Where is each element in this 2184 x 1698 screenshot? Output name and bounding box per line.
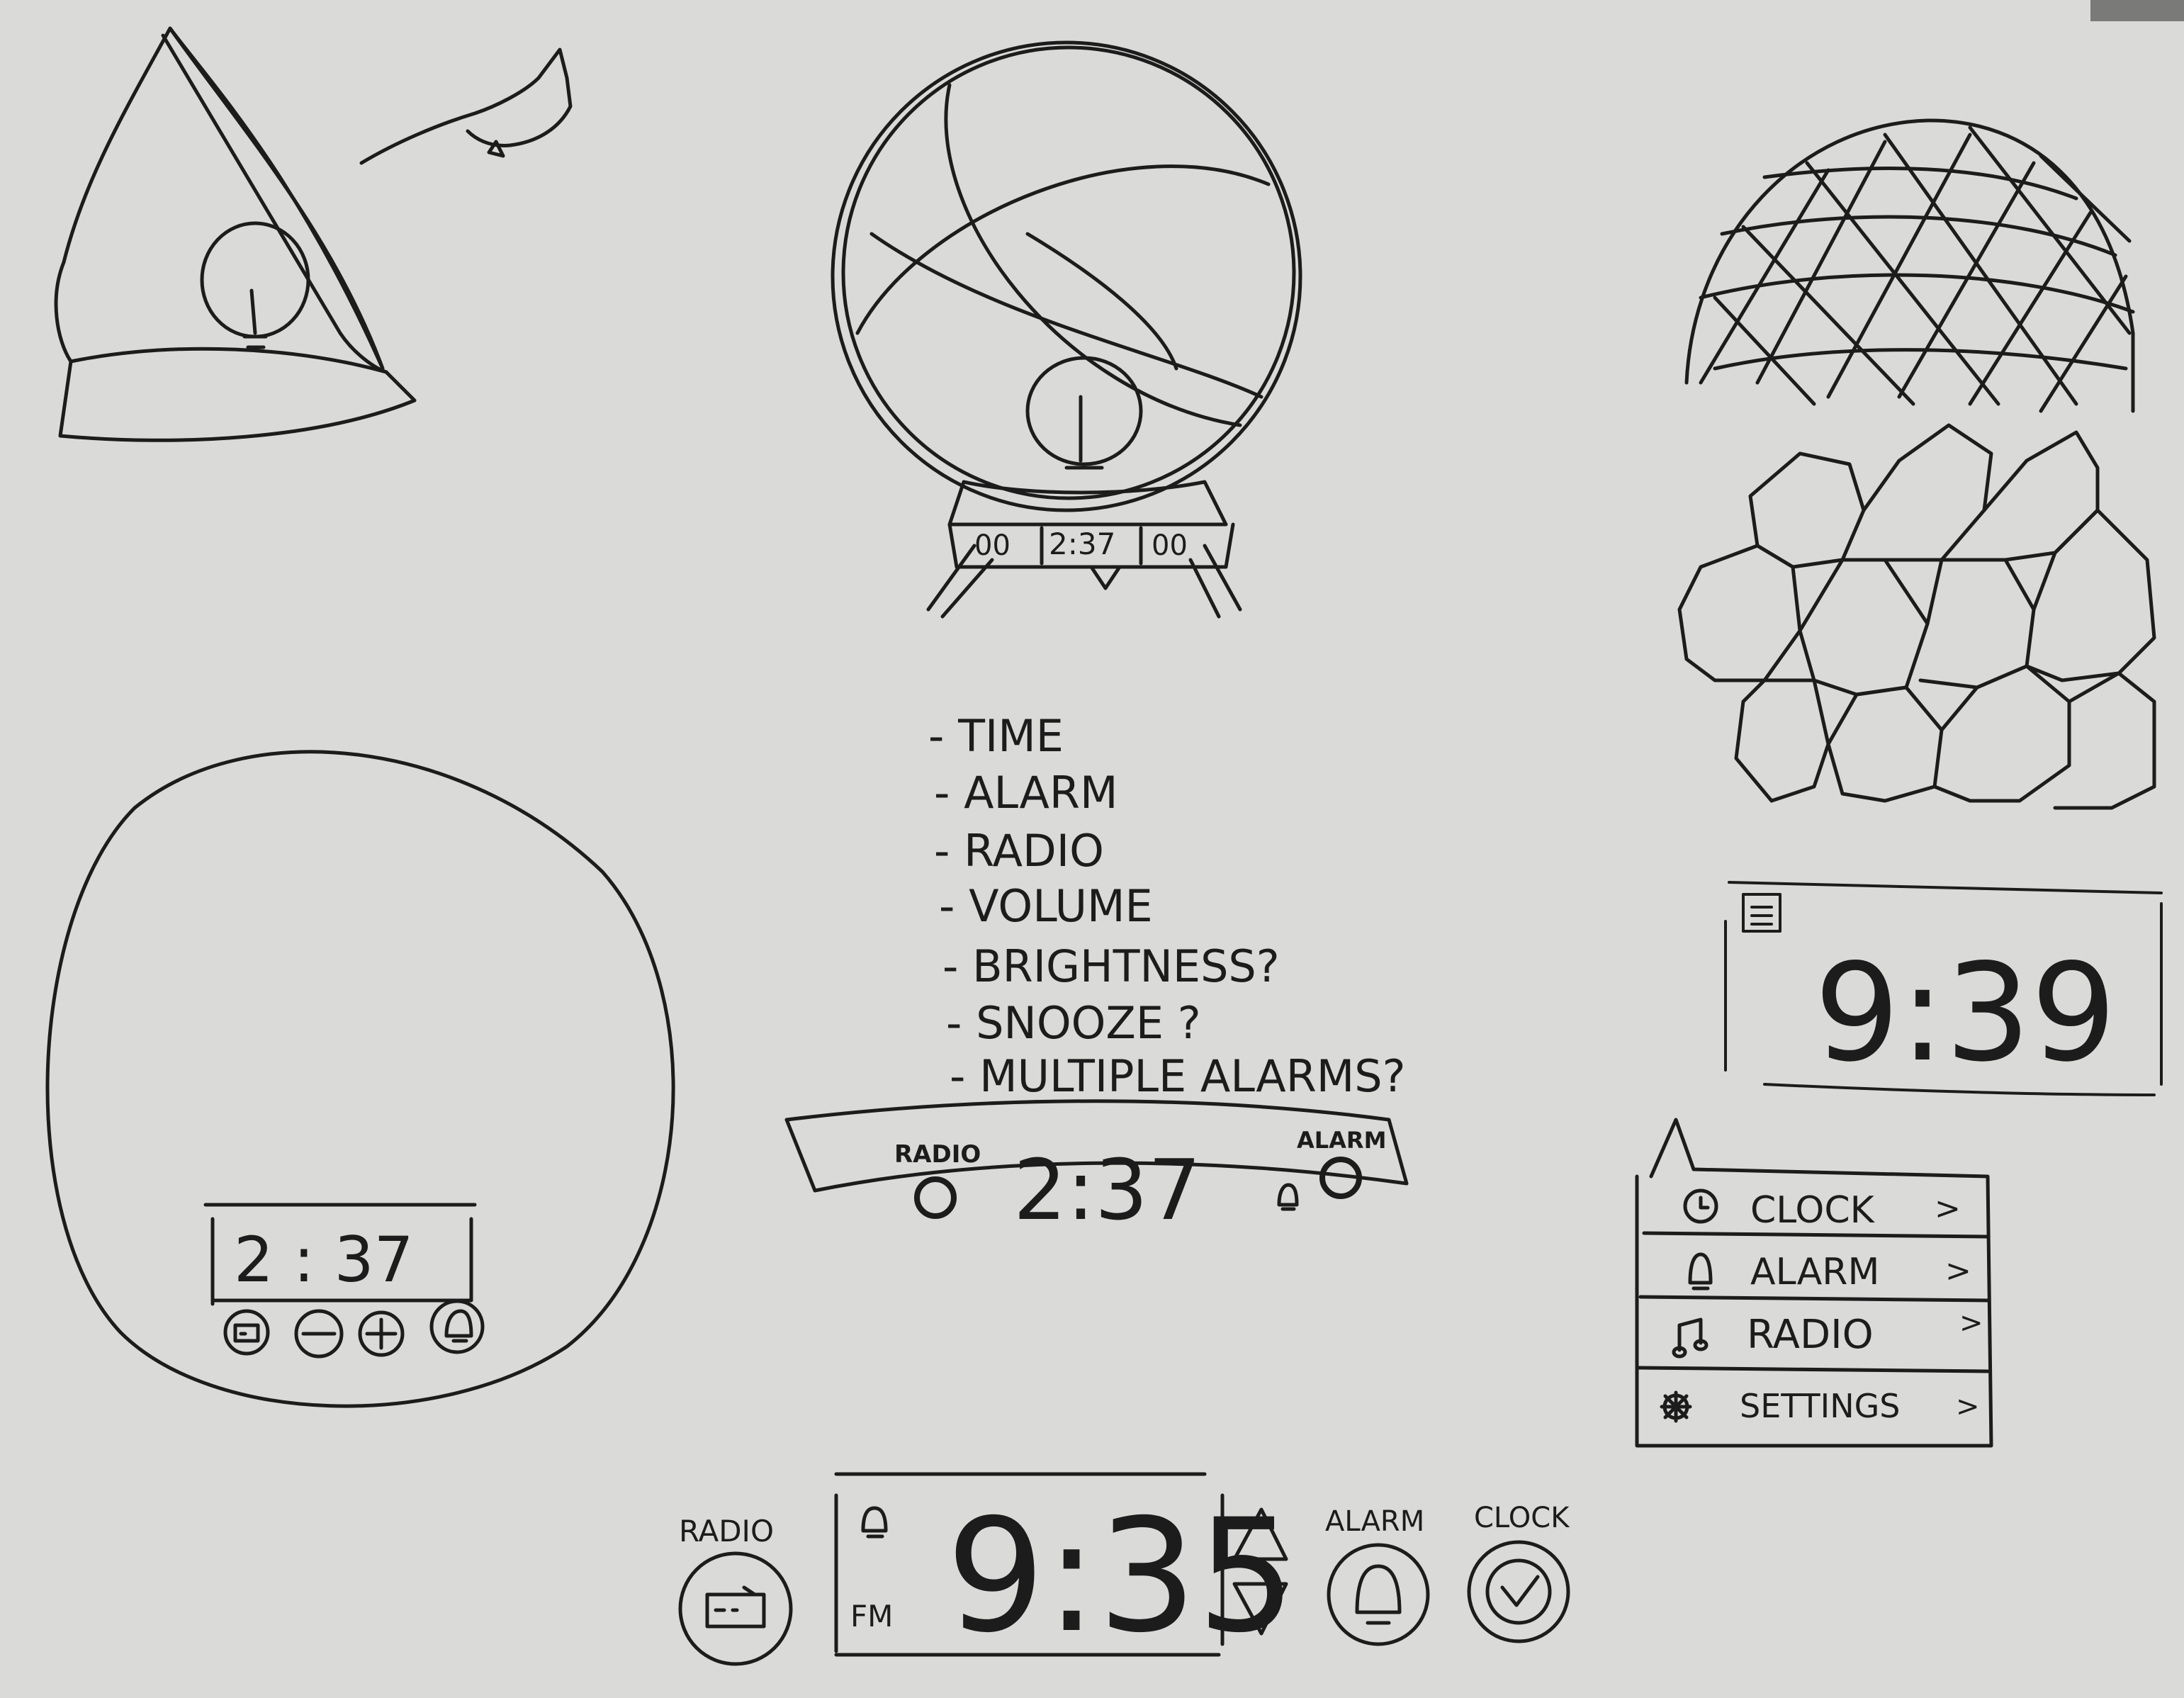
menu-item-settings-chevron: > xyxy=(1956,1390,1980,1423)
feature-brightness: - BRIGHTNESS? xyxy=(942,940,1280,992)
menu-item-alarm-chevron: > xyxy=(1945,1253,1971,1289)
band-time: 2:37 xyxy=(1013,1141,1201,1239)
feature-volume: - VOLUME xyxy=(939,880,1153,932)
menu-item-radio-chevron: > xyxy=(1959,1307,1983,1339)
bottom-time: 9:35 xyxy=(946,1485,1296,1667)
menu-item-clock-chevron: > xyxy=(1935,1191,1961,1227)
band-alarm-label: ALARM xyxy=(1297,1127,1386,1154)
feature-multiple-alarms: - MULTIPLE ALARMS? xyxy=(950,1050,1406,1102)
feature-radio: - RADIO xyxy=(934,825,1104,877)
bottom-radio-label: RADIO xyxy=(679,1514,774,1548)
feature-time: - TIME xyxy=(928,710,1064,762)
menu-item-clock-label: CLOCK xyxy=(1750,1189,1876,1232)
globe-display-time: 2:37 xyxy=(1049,527,1115,561)
menu-item-settings-label: SETTINGS xyxy=(1740,1387,1900,1425)
globe-display-right: 00 xyxy=(1152,529,1188,562)
small-display-time: 9:39 xyxy=(1814,935,2117,1091)
bottom-band-label: FM xyxy=(850,1599,893,1634)
menu-item-alarm-label: ALARM xyxy=(1750,1251,1879,1293)
band-radio-label: RADIO xyxy=(894,1140,981,1169)
sketch-sheet: 00 2:37 00 2 : 37 - TIME - ALARM - RADIO… xyxy=(0,0,2184,1698)
menu-item-radio-label: RADIO xyxy=(1747,1312,1874,1358)
round-display-time: 2 : 37 xyxy=(234,1223,414,1296)
bottom-clock-label: CLOCK xyxy=(1474,1502,1570,1534)
feature-alarm: - ALARM xyxy=(934,767,1118,819)
globe-display-left: 00 xyxy=(974,529,1011,562)
bottom-alarm-label: ALARM xyxy=(1325,1505,1424,1538)
feature-snooze: - SNOOZE ? xyxy=(946,997,1201,1049)
